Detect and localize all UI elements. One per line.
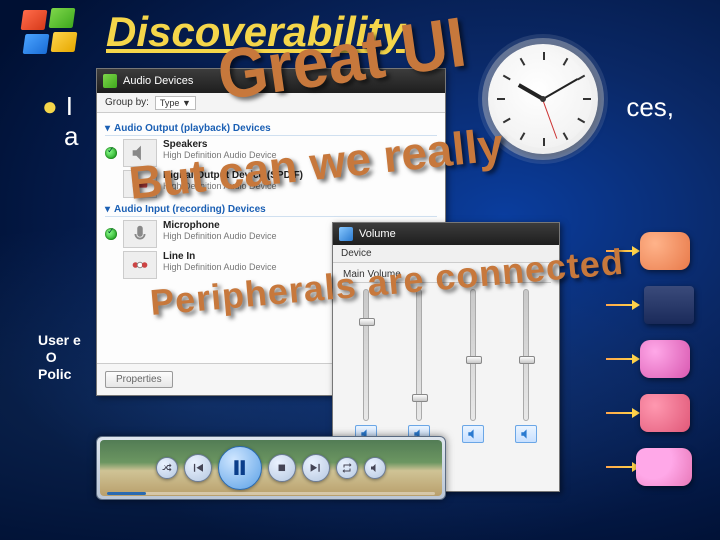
media-player-bar[interactable] [96, 436, 446, 500]
default-check-icon [105, 228, 117, 240]
mute-button[interactable] [515, 425, 537, 443]
clock-gadget[interactable] [488, 44, 598, 154]
windows-logo-icon [22, 8, 80, 66]
group-by-label: Group by: [105, 97, 149, 108]
stop-button[interactable] [268, 454, 296, 482]
speakers-peripheral-icon [640, 394, 690, 432]
amplifier-icon [644, 286, 694, 324]
group-by-select[interactable]: Type ▼ [155, 96, 196, 110]
volume-button[interactable] [364, 457, 386, 479]
microphone-peripheral-icon [640, 340, 690, 378]
microphone-icon [123, 220, 157, 248]
audio-devices-icon [103, 74, 117, 88]
second-hand [542, 99, 557, 139]
slide-side-label: User e O Polic [38, 332, 81, 382]
repeat-button[interactable] [336, 457, 358, 479]
shuffle-button[interactable] [156, 457, 178, 479]
window-titlebar[interactable]: Volume [333, 223, 559, 245]
volume-icon [339, 227, 353, 241]
mute-button[interactable] [462, 425, 484, 443]
arrow-icon [606, 304, 634, 306]
arrow-icon [606, 412, 634, 414]
properties-button[interactable]: Properties [105, 371, 173, 388]
play-pause-button[interactable] [218, 446, 262, 490]
default-check-icon [105, 147, 117, 159]
volume-slider[interactable] [355, 289, 377, 451]
line-in-icon [123, 251, 157, 279]
next-button[interactable] [302, 454, 330, 482]
arrow-icon [606, 466, 634, 468]
clock-face [494, 50, 592, 148]
volume-slider[interactable] [408, 289, 430, 451]
arrow-icon [606, 358, 634, 360]
slide-body-text: ●I a [42, 92, 78, 152]
headphones-icon [636, 448, 692, 486]
window-title: Audio Devices [123, 75, 193, 87]
headset-icon [640, 232, 690, 270]
slide-body-fragment: ces, [626, 92, 674, 123]
window-title: Volume [359, 228, 396, 240]
prev-button[interactable] [184, 454, 212, 482]
volume-slider[interactable] [462, 289, 484, 451]
minute-hand [543, 78, 579, 100]
seek-track[interactable] [107, 492, 435, 495]
volume-slider[interactable] [515, 289, 537, 451]
